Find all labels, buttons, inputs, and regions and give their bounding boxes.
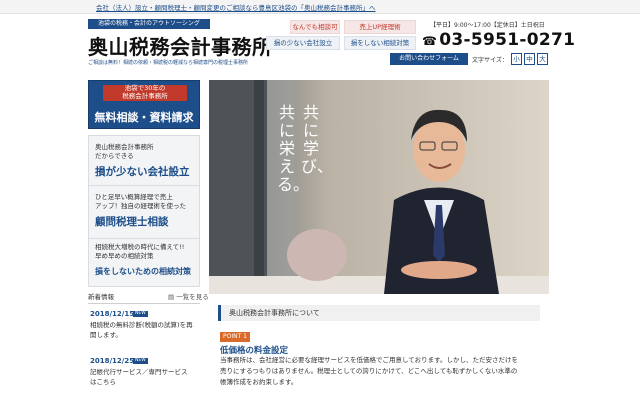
body-line1: 当事務所は、会社経営に必要な経理サービスを低価格でご用意しております。しかし、た… xyxy=(220,356,518,364)
list-icon: ▤ xyxy=(168,293,175,301)
contact-form-button[interactable]: お問い合わせフォーム xyxy=(390,53,468,65)
news-more-link[interactable]: ▤ 一覧を見る xyxy=(168,291,209,301)
hero-copy-col2: 共に栄える。 xyxy=(277,103,310,194)
body-line2: 売りにするつもりはありません。税理士としての誇りにかけて、どこへ出しても恥ずかし… xyxy=(220,367,518,375)
banner-ribbon: 池袋で30年の 税務会計事務所 xyxy=(103,84,187,101)
hero-copy-col1: 共に学び、 xyxy=(301,103,334,176)
news-item-line1: 記帳代行サービス／専門サービス xyxy=(90,368,188,376)
phone-icon: ☎ xyxy=(422,34,438,48)
tag-sales-up[interactable]: 売上UP経理術 xyxy=(344,20,416,34)
card3-title: 損をしないための相続対策 xyxy=(95,267,191,276)
tag-inheritance[interactable]: 損をしない相続対策 xyxy=(344,36,416,50)
font-size-medium-button[interactable]: 中 xyxy=(524,53,535,65)
card2-subtext-line1: ひと足早い概算経理で売上 xyxy=(95,193,173,201)
top-bar-link[interactable]: 会社（法人）設立・顧問税理士・顧問変更のご相談なら豊島区池袋の「奥山税務会計事務… xyxy=(96,2,376,12)
free-consult-banner[interactable]: 池袋で30年の 税務会計事務所 無料相談・資料請求 xyxy=(88,80,200,129)
card1-subtext-line2: だからできる xyxy=(95,152,134,160)
new-badge: NEW xyxy=(133,358,148,364)
card1-subtext-line1: 奥山税務会計事務所 xyxy=(95,143,154,151)
company-setup-card[interactable]: 奥山税務会計事務所 だからできる 損が少ない会社設立 xyxy=(88,135,200,190)
card2-title: 顧問税理士相談 xyxy=(95,216,169,228)
section-heading: 奥山税務会計事務所について xyxy=(218,305,540,321)
card3-subtext-line1: 相続税大増税の時代に備えて!! xyxy=(95,243,185,251)
header-subcopy: ご相談は無料！相続の依頼・相続税の軽減なら相続専門の税理士事務所 xyxy=(88,60,249,66)
tag-consult-anything[interactable]: なんでも相談可 xyxy=(290,20,340,34)
inheritance-card[interactable]: 相続税大増税の時代に備えて!! 早め早めの相続対策 損をしないための相続対策 xyxy=(88,238,200,287)
hero-image: 共に学び、 共に栄える。 xyxy=(209,80,549,294)
new-badge: NEW xyxy=(133,311,148,317)
hero-photo xyxy=(209,80,549,294)
news-more-label: 一覧を見る xyxy=(176,293,209,301)
point-label: POINT 1 xyxy=(220,332,250,342)
font-size-small-button[interactable]: 小 xyxy=(511,53,522,65)
top-bar: 会社（法人）設立・顧問税理士・顧問変更のご相談なら豊島区池袋の「奥山税務会計事務… xyxy=(0,0,640,14)
news-date: 2018/12/15 xyxy=(90,310,135,318)
phone-number[interactable]: ☎ 03-5951-0271 xyxy=(422,30,575,50)
news-item[interactable]: 記帳代行サービス／専門サービス はこちら xyxy=(90,367,202,387)
header-tagline: 池袋の税務・会計のアウトソーシング xyxy=(88,19,210,29)
banner-ribbon-line2: 税務会計事務所 xyxy=(122,91,168,100)
news-item-line2: はこちら xyxy=(90,378,116,386)
card1-title: 損が少ない会社設立 xyxy=(95,166,190,178)
tag-company-setup[interactable]: 損の少ない会社設立 xyxy=(266,36,340,50)
business-hours: 【平日】9:00〜17:00【定休日】土日祝日 xyxy=(430,22,545,29)
card2-subtext-line2: アップ！独自の経理術を使った xyxy=(95,202,186,210)
news-heading: 新着情報 xyxy=(88,293,114,301)
card2-subtext: ひと足早い概算経理で売上 アップ！独自の経理術を使った xyxy=(95,193,186,211)
divider xyxy=(88,303,200,304)
site-logo[interactable]: 奥山税務会計事務所 xyxy=(88,31,273,60)
card1-subtext: 奥山税務会計事務所 だからできる xyxy=(95,143,154,161)
news-item[interactable]: 相続税の無料診断(税額の試算)を再 開します。 xyxy=(90,320,202,340)
phone-number-text: 03-5951-0271 xyxy=(439,30,576,50)
news-item-line1: 相続税の無料診断(税額の試算)を再 xyxy=(90,321,193,329)
card3-subtext-line2: 早め早めの相続対策 xyxy=(95,252,154,260)
advisor-card[interactable]: ひと足早い概算経理で売上 アップ！独自の経理術を使った 顧問税理士相談 xyxy=(88,185,200,240)
banner-main-label: 無料相談・資料請求 xyxy=(94,111,194,124)
card3-subtext: 相続税大増税の時代に備えて!! 早め早めの相続対策 xyxy=(95,243,184,261)
news-date: 2018/12/25 xyxy=(90,357,135,365)
body-line3: 帳簿作成をお約束します。 xyxy=(220,378,298,386)
font-size-label: 文字サイズ： xyxy=(472,57,508,64)
font-size-large-button[interactable]: 大 xyxy=(537,53,548,65)
news-item-line2: 開します。 xyxy=(90,331,122,339)
section-body: 当事務所は、会社経営に必要な経理サービスを低価格でご用意しております。しかし、た… xyxy=(220,355,546,388)
